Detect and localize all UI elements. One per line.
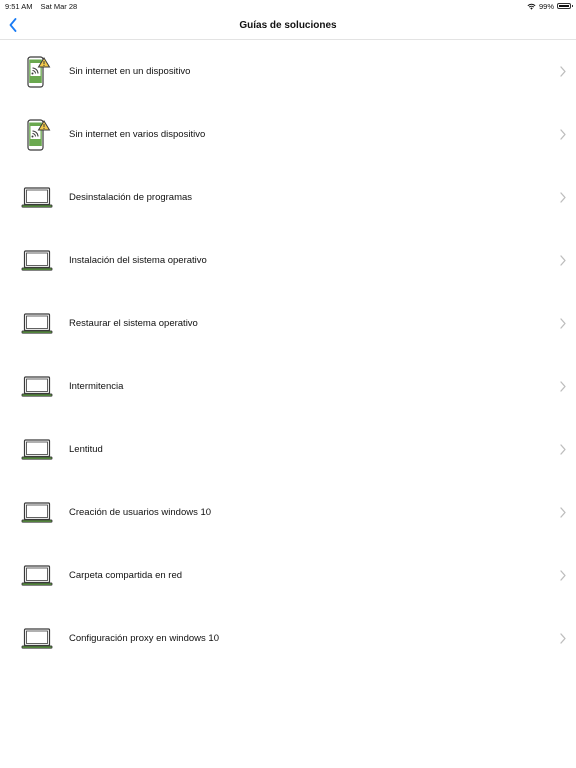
list-item-label: Sin internet en varios dispositivo [69,129,206,140]
chevron-right-icon [560,192,566,203]
chevron-right-icon [558,129,568,141]
laptop-icon [21,627,53,649]
list-item[interactable]: Sin internet en varios dispositivo [0,103,576,166]
chevron-right-icon [560,318,566,329]
chevron-right-icon [560,444,566,455]
chevron-right-icon [560,129,566,140]
list-item[interactable]: Desinstalación de programas [0,166,576,229]
chevron-right-icon [560,570,566,581]
laptop-icon [21,312,53,334]
list-item-label: Lentitud [69,444,103,455]
phone-no-internet-icon [27,118,51,151]
list-item-label: Intermitencia [69,381,124,392]
chevron-right-icon [560,66,566,77]
laptop-icon [21,564,53,586]
list-item-icon [20,622,54,656]
list-item[interactable]: Sin internet en un dispositivo [0,40,576,103]
chevron-right-icon [560,381,566,392]
list-item-label: Creación de usuarios windows 10 [69,507,212,518]
status-left: 9:51 AM Sat Mar 28 [5,2,77,11]
page-title: Guías de soluciones [239,20,337,31]
list-item[interactable]: Intermitencia [0,355,576,418]
list-item[interactable]: Lentitud [0,418,576,481]
list-item[interactable]: Configuración proxy en windows 10 [0,607,576,670]
list-item-icon [20,181,54,215]
list-item-label: Desinstalación de programas [69,192,193,203]
navigation-bar: Guías de soluciones [0,12,576,40]
status-bar: 9:51 AM Sat Mar 28 99% [0,0,576,12]
laptop-icon [21,249,53,271]
list-item-icon [20,118,54,152]
list-item[interactable]: Restaurar el sistema operativo [0,292,576,355]
chevron-right-icon [558,381,568,393]
list-item-icon [20,496,54,530]
status-time: 9:51 AM [5,1,33,11]
laptop-icon [21,186,53,208]
battery-percent: 99% [538,1,554,11]
list-item[interactable]: Instalación del sistema operativo [0,229,576,292]
list-item-icon [20,244,54,278]
chevron-right-icon [560,507,566,518]
list-item[interactable]: Creación de usuarios windows 10 [0,481,576,544]
chevron-right-icon [558,444,568,456]
chevron-left-icon [9,18,17,32]
battery-level [559,5,569,7]
chevron-right-icon [560,633,566,644]
solutions-list: Sin internet en un dispositivo Sin inter… [0,40,576,670]
wifi-icon [527,3,536,10]
chevron-right-icon [558,192,568,204]
chevron-right-icon [560,255,566,266]
chevron-right-icon [558,570,568,582]
list-item-icon [20,307,54,341]
list-item-label: Configuración proxy en windows 10 [69,633,219,644]
phone-no-internet-icon [27,55,51,88]
chevron-right-icon [558,66,568,78]
chevron-right-icon [558,255,568,267]
list-item[interactable]: Carpeta compartida en red [0,544,576,607]
battery-icon [557,3,573,9]
status-right: 99% [527,1,573,11]
list-item-label: Instalación del sistema operativo [69,255,207,266]
laptop-icon [21,501,53,523]
laptop-icon [21,375,53,397]
back-button[interactable] [2,14,24,36]
list-item-icon [20,370,54,404]
laptop-icon [21,438,53,460]
list-item-icon [20,55,54,89]
list-item-label: Sin internet en un dispositivo [69,66,191,77]
chevron-right-icon [558,318,568,330]
status-date: Sat Mar 28 [40,1,78,11]
list-item-icon [20,559,54,593]
chevron-right-icon [558,633,568,645]
chevron-right-icon [558,507,568,519]
list-item-label: Restaurar el sistema operativo [69,318,198,329]
list-item-label: Carpeta compartida en red [69,570,183,581]
list-item-icon [20,433,54,467]
